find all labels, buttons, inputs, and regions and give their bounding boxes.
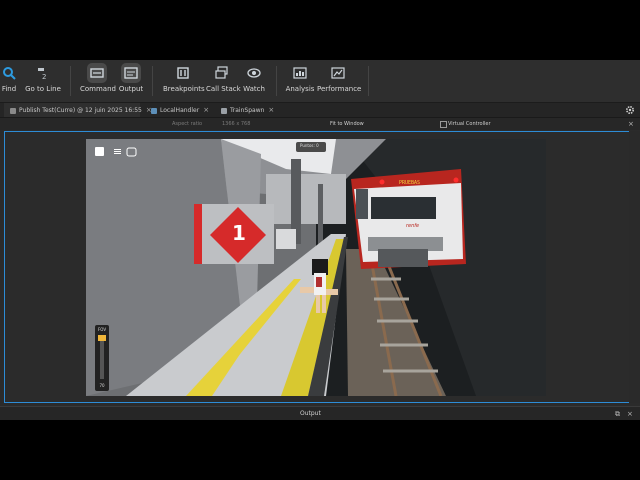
call-stack-icon [215,66,228,79]
close-icon[interactable]: × [628,118,634,130]
roblox-menu-icon[interactable] [95,147,104,156]
popout-icon[interactable]: ⧉ [615,407,620,421]
tab-label: TrainSpawn [230,107,265,114]
gear-icon[interactable] [625,105,635,115]
toolbar-separator [276,66,277,96]
breakpoints-label: Breakpoints [163,85,205,93]
find-button[interactable]: Find [0,66,18,100]
go-to-line-label: Go to Line [25,85,61,93]
aspect-ratio-label[interactable]: Aspect ratio [172,118,202,130]
studio-window: Find 2 Go to Line Command Output Breakpo… [0,60,640,421]
tab-trainspawn[interactable]: TrainSpawn × [218,103,278,117]
train-destination-display: PRUEBAS [398,180,421,186]
toolbar-separator [152,66,153,96]
tab-localhandler[interactable]: LocalHandler × [148,103,212,117]
fov-value: 70 [99,383,105,388]
goto-line-icon: 2 [38,68,46,80]
analysis-label: Analysis [285,85,315,93]
performance-button[interactable]: Performance [317,66,362,100]
ribbon-toolbar: Find 2 Go to Line Command Output Breakpo… [0,60,640,103]
points-value: 0 [316,143,319,148]
command-bar-icon [87,63,107,83]
resolution-dropdown[interactable]: 1366 x 768 [222,118,250,130]
virtual-controller-label: Virtual Controller [448,121,491,127]
fov-handle[interactable] [98,335,106,341]
output-panel-title: Output [300,410,321,417]
chat-icon[interactable] [127,147,137,156]
call-stack-label: Call Stack [206,85,241,93]
tab-publish-test[interactable]: Publish Test(Curre) @ 12 juin 2025 16:55… [4,103,152,117]
output-button[interactable]: Output [117,63,145,100]
game-scene[interactable]: 1 PRUEBAS renfe Puntos: 0 FOV 70 [86,139,546,396]
close-icon[interactable]: × [627,407,633,421]
script-icon [151,107,157,114]
output-label: Output [118,85,144,93]
tab-label: Publish Test(Curre) @ 12 juin 2025 16:55 [19,107,142,114]
platform-number: 1 [232,221,246,245]
fov-track [100,335,104,379]
svg-text:2: 2 [42,73,46,80]
points-counter: Puntos: 0 [300,143,319,148]
performance-icon [331,67,345,79]
output-window-icon [121,63,141,83]
place-icon [10,107,16,114]
performance-label: Performance [317,85,362,93]
station-render [86,139,546,396]
watch-label: Watch [243,85,265,93]
analysis-button[interactable]: Analysis [285,66,315,100]
go-to-line-button[interactable]: 2 Go to Line [24,66,62,100]
letterbox-top [0,0,640,60]
breakpoints-button[interactable]: Breakpoints [163,66,205,100]
close-icon[interactable]: × [203,106,209,114]
viewport-scrollbar[interactable] [629,131,640,403]
command-label: Command [80,85,116,93]
document-tabs: Publish Test(Curre) @ 12 juin 2025 16:55… [0,103,640,118]
magnifier-icon [3,67,16,80]
call-stack-button[interactable]: Call Stack [206,66,241,100]
train-brand-logo: renfe [406,223,420,229]
find-label: Find [1,85,17,93]
command-button[interactable]: Command [80,63,116,100]
viewport-toolbar: Aspect ratio 1366 x 768 Fit to Window Vi… [0,118,640,130]
watch-button[interactable]: Watch [242,66,266,100]
breakpoints-icon [177,67,189,79]
game-viewport[interactable]: 1 PRUEBAS renfe Puntos: 0 FOV 70 [4,131,634,403]
virtual-controller-checkbox[interactable] [440,121,447,128]
tab-label: LocalHandler [160,107,200,114]
eye-icon [247,68,261,78]
points-label: Puntos: [300,143,315,148]
fov-label: FOV [97,327,107,332]
letterbox-bottom [0,420,640,480]
analysis-icon [293,67,307,79]
fov-slider[interactable]: FOV 70 [95,325,109,391]
close-icon[interactable]: × [268,106,274,114]
fit-window-dropdown[interactable]: Fit to Window [330,118,364,130]
script-icon [221,107,227,114]
hamburger-menu-icon[interactable] [113,147,123,156]
toolbar-separator [70,66,71,96]
toolbar-separator [368,66,369,96]
output-panel-header: Output ⧉ × [0,406,640,421]
